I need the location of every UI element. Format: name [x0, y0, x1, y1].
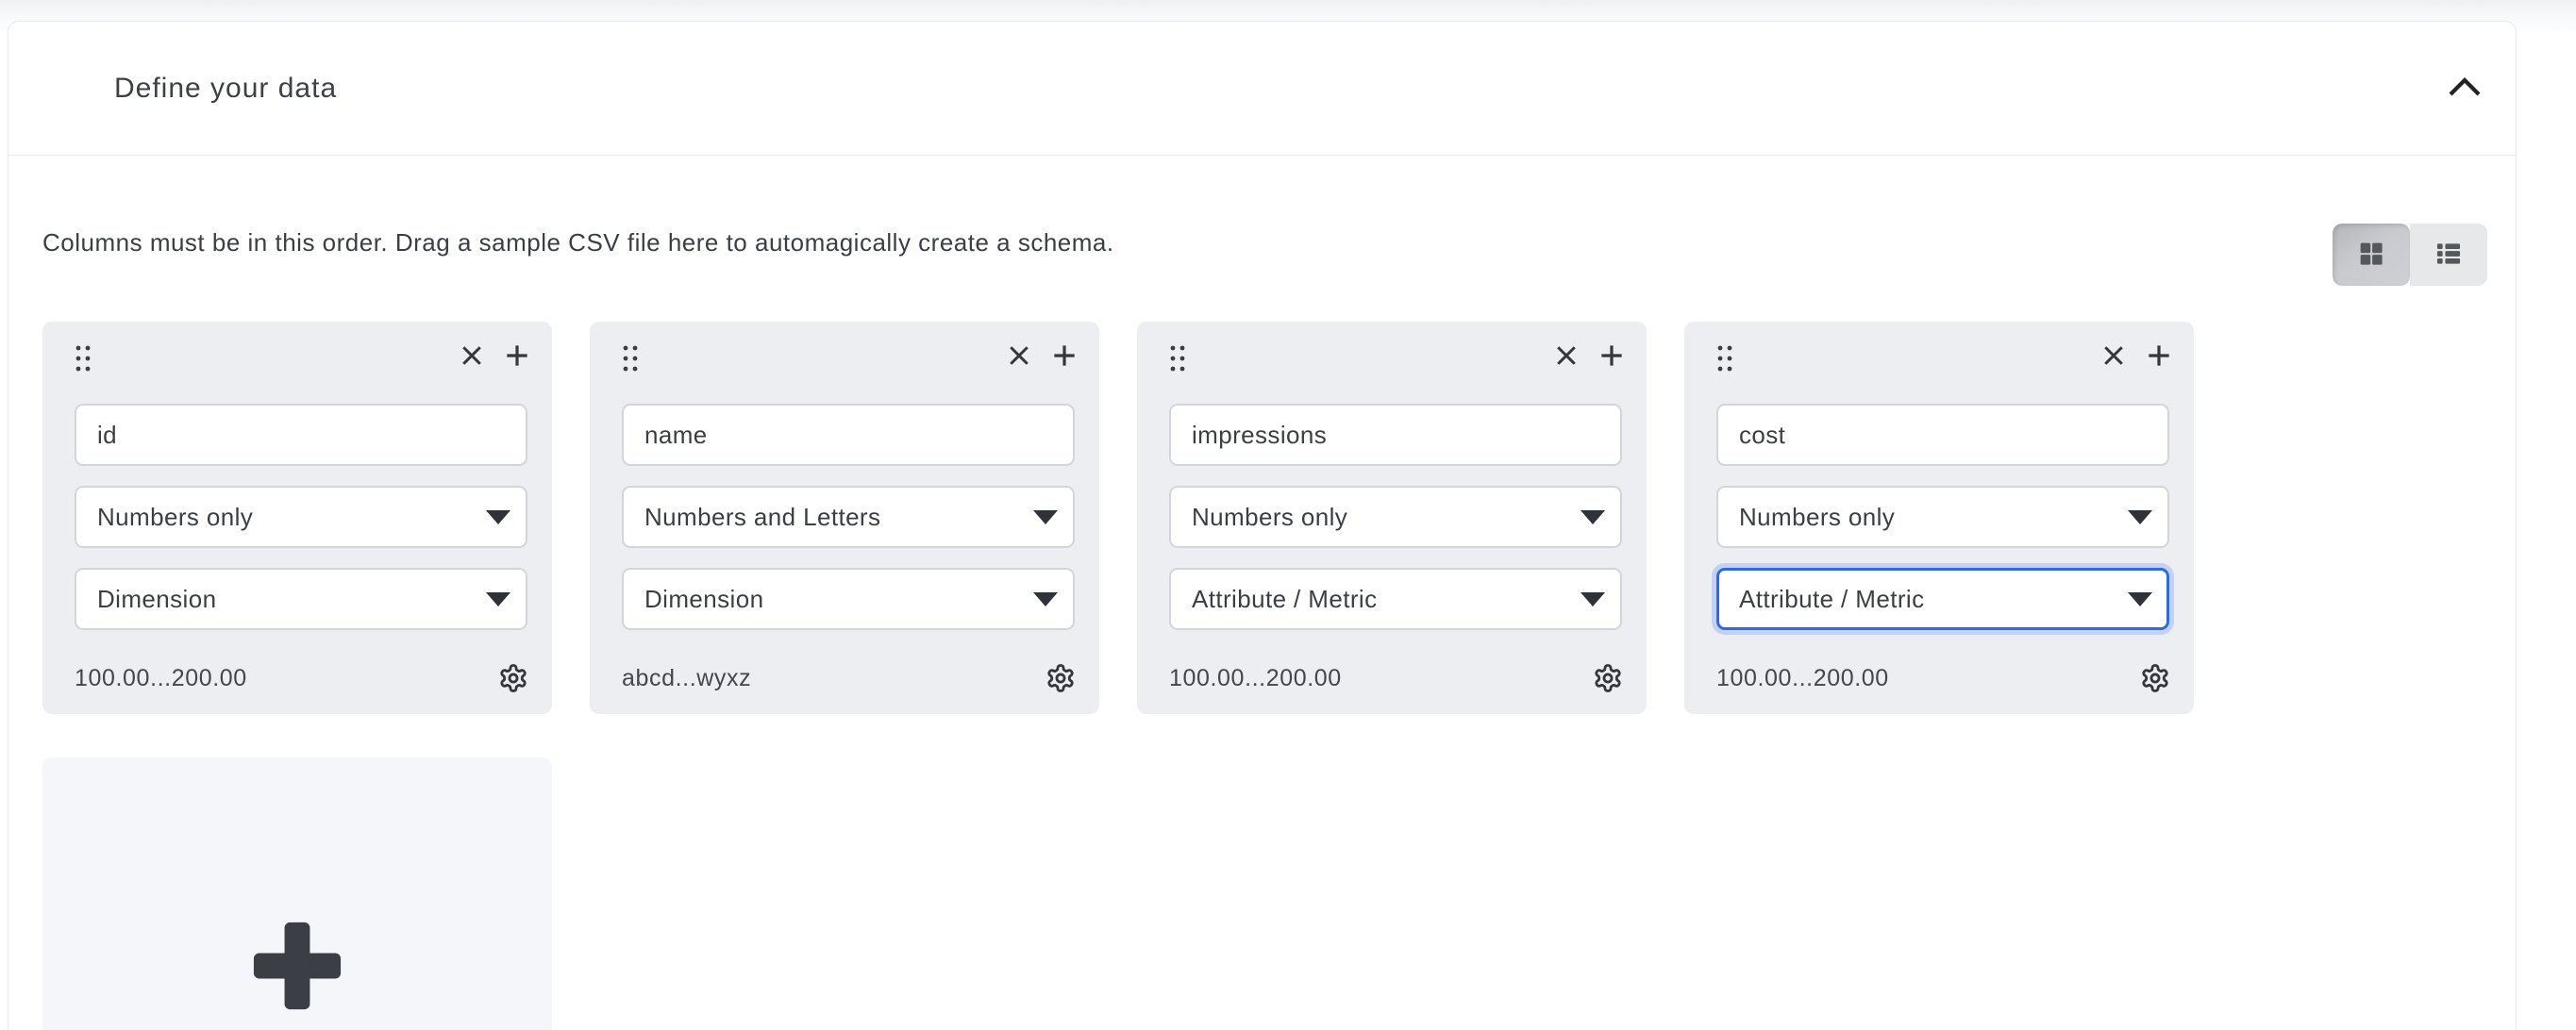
x-icon — [1005, 341, 1033, 373]
grid-view-button[interactable] — [2333, 224, 2410, 286]
drag-dots-icon — [1715, 343, 1735, 378]
chevron-down-icon — [1581, 510, 1605, 524]
columns-grid: Numbers only Dimension 100.00...200.00 — [42, 322, 2194, 714]
add-column-after-button[interactable] — [501, 341, 533, 373]
chevron-down-icon — [2128, 510, 2152, 524]
drag-handle[interactable] — [620, 342, 648, 378]
column-name-input[interactable] — [75, 404, 527, 466]
column-type-value: Numbers and Letters — [644, 503, 880, 532]
column-role-value: Attribute / Metric — [1192, 585, 1377, 614]
column-role-select[interactable]: Attribute / Metric — [1716, 568, 2169, 630]
column-settings-button[interactable] — [2137, 661, 2173, 697]
column-card: Numbers only Attribute / Metric 100.00..… — [1137, 322, 1647, 714]
sample-value: 100.00...200.00 — [75, 665, 247, 692]
define-data-panel: Define your data Columns must be in this… — [8, 21, 2517, 1030]
column-type-select[interactable]: Numbers only — [1169, 486, 1622, 548]
collapse-button[interactable] — [2438, 62, 2491, 115]
chevron-down-icon — [486, 510, 510, 524]
drag-handle[interactable] — [1167, 342, 1196, 378]
plus-icon — [1049, 341, 1079, 374]
plus-icon — [2144, 341, 2174, 374]
sample-value: 100.00...200.00 — [1169, 665, 1342, 692]
column-role-select[interactable]: Dimension — [622, 568, 1075, 630]
view-toggle — [2333, 224, 2487, 286]
gear-icon — [1044, 661, 1078, 698]
gear-icon — [496, 661, 530, 698]
chevron-down-icon — [2128, 592, 2152, 606]
remove-column-button[interactable] — [456, 341, 488, 373]
chevron-down-icon — [486, 592, 510, 606]
column-role-value: Dimension — [644, 585, 763, 614]
column-name-input[interactable] — [1169, 404, 1622, 466]
plus-icon — [502, 341, 532, 374]
add-column-after-button[interactable] — [1596, 341, 1628, 373]
panel-title: Define your data — [114, 73, 337, 105]
x-icon — [458, 341, 486, 373]
column-card: Numbers only Dimension 100.00...200.00 — [42, 322, 552, 714]
column-role-value: Attribute / Metric — [1739, 585, 1924, 614]
column-role-value: Dimension — [97, 585, 216, 614]
column-role-select[interactable]: Dimension — [75, 568, 527, 630]
drag-dots-icon — [620, 343, 641, 378]
column-card: Numbers and Letters Dimension abcd...wyx… — [590, 322, 1099, 714]
column-type-value: Numbers only — [1739, 503, 1895, 532]
remove-column-button[interactable] — [1003, 341, 1035, 373]
column-type-value: Numbers only — [1192, 503, 1347, 532]
list-view-button[interactable] — [2410, 224, 2487, 286]
chevron-down-icon — [1033, 592, 1058, 606]
column-card: Numbers only Attribute / Metric 100.00..… — [1684, 322, 2194, 714]
column-name-input[interactable] — [1716, 404, 2169, 466]
column-name-input[interactable] — [622, 404, 1075, 466]
drag-dots-icon — [73, 343, 93, 378]
sample-value: abcd...wyxz — [622, 665, 751, 692]
add-column-after-button[interactable] — [2143, 341, 2175, 373]
column-type-select[interactable]: Numbers and Letters — [622, 486, 1075, 548]
column-settings-button[interactable] — [1590, 661, 1626, 697]
grid-icon — [2355, 238, 2387, 273]
add-column-card[interactable] — [42, 757, 552, 1030]
column-type-select[interactable]: Numbers only — [75, 486, 527, 548]
chevron-down-icon — [1033, 510, 1058, 524]
drag-dots-icon — [1167, 343, 1188, 378]
chevron-down-icon — [1581, 592, 1605, 606]
x-icon — [2099, 341, 2128, 373]
panel-header: Define your data — [8, 22, 2516, 155]
column-role-select[interactable]: Attribute / Metric — [1169, 568, 1622, 630]
instructions-text: Columns must be in this order. Drag a sa… — [42, 228, 1114, 258]
chevron-up-icon — [2446, 75, 2484, 102]
column-settings-button[interactable] — [1043, 661, 1079, 697]
drag-handle[interactable] — [73, 342, 101, 378]
column-type-value: Numbers only — [97, 503, 253, 532]
panel-content: Columns must be in this order. Drag a sa… — [8, 156, 2516, 1030]
drag-handle[interactable] — [1715, 342, 1743, 378]
add-column-after-button[interactable] — [1048, 341, 1080, 373]
column-type-select[interactable]: Numbers only — [1716, 486, 2169, 548]
plus-icon — [1597, 341, 1627, 374]
gear-icon — [2138, 661, 2172, 698]
gear-icon — [1591, 661, 1625, 698]
list-icon — [2433, 238, 2465, 273]
x-icon — [1552, 341, 1581, 373]
plus-icon — [252, 921, 343, 1014]
sample-value: 100.00...200.00 — [1716, 665, 1889, 692]
column-settings-button[interactable] — [495, 661, 531, 697]
remove-column-button[interactable] — [1550, 341, 1582, 373]
remove-column-button[interactable] — [2098, 341, 2130, 373]
